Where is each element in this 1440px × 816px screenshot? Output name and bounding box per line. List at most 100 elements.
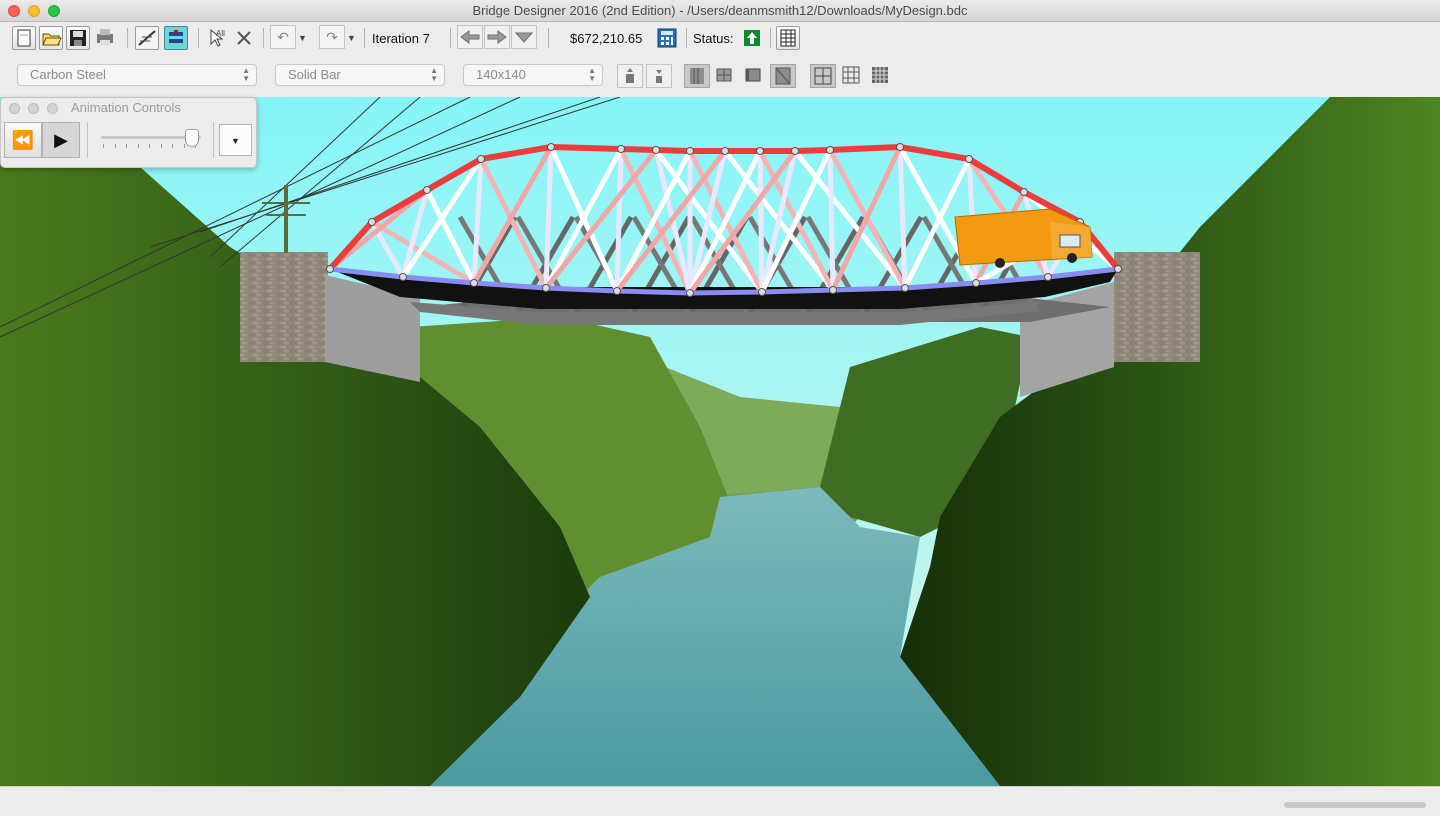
printer-icon: [93, 26, 117, 50]
play-button[interactable]: ▶: [42, 122, 80, 158]
main-toolbar: All ↶ ▼ ↷ ▼ Iteration 7 $672,210.65 Stat…: [0, 22, 1440, 54]
truss-joint: [686, 147, 694, 155]
truss-joint: [972, 279, 980, 287]
speed-slider[interactable]: [101, 128, 205, 156]
decrease-size-button[interactable]: [646, 64, 672, 88]
truss-joint: [758, 288, 766, 296]
slider-tick: [183, 144, 185, 148]
load-test-icon: [164, 26, 188, 50]
delete-button[interactable]: [232, 25, 256, 51]
save-file-button[interactable]: [66, 25, 90, 51]
animation-panel-title-bar[interactable]: Animation Controls: [1, 98, 256, 118]
previous-iteration-button[interactable]: [457, 25, 483, 49]
slider-tick: [137, 144, 139, 148]
medium-grid-icon: [842, 66, 860, 84]
truss-joint: [1044, 273, 1052, 281]
updown-chevron-icon: ▲ ▼: [588, 66, 596, 83]
fine-grid-icon: [872, 67, 888, 83]
view-template-button[interactable]: [770, 64, 796, 88]
view-grid-button[interactable]: [712, 64, 738, 88]
grid-fine-button[interactable]: [868, 64, 894, 88]
rulers-view-icon: [745, 68, 761, 82]
coarse-grid-icon: [814, 67, 832, 85]
grid-view-icon: [716, 68, 732, 82]
undo-button[interactable]: ↶: [270, 25, 296, 49]
chevron-down-icon: ▼: [347, 33, 356, 43]
arrow-right-icon: [487, 30, 507, 44]
member-properties-toolbar: Carbon Steel ▲ ▼ Solid Bar ▲ ▼ 140x140 ▲ ▼: [0, 56, 1440, 94]
panel-minimize-button[interactable]: [28, 103, 39, 114]
bridge-3d-view[interactable]: [0, 97, 1440, 786]
close-window-button[interactable]: [8, 5, 20, 17]
truss-joint: [368, 218, 376, 226]
truss-joint: [756, 147, 764, 155]
truss-joint: [901, 284, 909, 292]
panel-close-button[interactable]: [9, 103, 20, 114]
status-label: Status:: [693, 31, 734, 46]
size-select[interactable]: 140x140 ▲ ▼: [463, 64, 603, 86]
truss-joint: [1114, 265, 1122, 273]
view-columns-button[interactable]: [684, 64, 710, 88]
window-title: Bridge Designer 2016 (2nd Edition) - /Us…: [472, 3, 968, 18]
material-select-value: Carbon Steel: [30, 67, 106, 82]
increase-size-button[interactable]: [617, 64, 643, 88]
member-table-button[interactable]: [776, 25, 800, 51]
status-bar: [0, 786, 1440, 816]
slider-tick: [103, 144, 104, 148]
status-button[interactable]: [742, 25, 762, 51]
truss-joint: [721, 147, 729, 155]
slider-tick: [149, 144, 150, 148]
redo-icon: ↷: [326, 28, 338, 45]
new-file-button[interactable]: [12, 25, 36, 51]
load-test-view-button[interactable]: [164, 25, 188, 51]
truss-joint: [326, 265, 334, 273]
zoom-window-button[interactable]: [48, 5, 60, 17]
drawing-board-view-button[interactable]: [135, 25, 159, 51]
cost-report-button[interactable]: [655, 25, 679, 51]
material-select[interactable]: Carbon Steel ▲ ▼: [17, 64, 257, 86]
truss-joint: [652, 146, 660, 154]
truss-joint: [542, 284, 550, 292]
redo-button[interactable]: ↷: [319, 25, 345, 49]
animation-options-dropdown[interactable]: ▼: [219, 124, 252, 156]
iteration-list-button[interactable]: [511, 25, 537, 49]
select-all-icon: All: [210, 28, 225, 47]
svg-text:All: All: [216, 29, 225, 38]
slider-tick: [114, 144, 116, 148]
truss-joint: [826, 146, 834, 154]
print-button[interactable]: [93, 25, 117, 51]
template-view-icon: [775, 67, 791, 85]
floppy-disk-icon: [66, 26, 90, 50]
rewind-button[interactable]: ⏪: [4, 122, 42, 158]
truss-joint: [829, 286, 837, 294]
horizontal-scrollbar[interactable]: [1284, 802, 1426, 808]
panel-zoom-button[interactable]: [47, 103, 58, 114]
animation-controls-panel[interactable]: Animation Controls ⏪ ▶ ▼: [0, 97, 257, 168]
minimize-window-button[interactable]: [28, 5, 40, 17]
size-down-icon: [656, 70, 662, 83]
arrow-down-icon: [514, 32, 534, 43]
view-rulers-button[interactable]: [741, 64, 767, 88]
animation-panel-title: Animation Controls: [71, 100, 181, 115]
grid-medium-button[interactable]: [839, 64, 865, 88]
calculator-icon: [657, 28, 677, 48]
select-all-button[interactable]: All: [205, 25, 229, 51]
chevron-down-icon: ▼: [298, 33, 307, 43]
delete-x-icon: [237, 31, 251, 45]
open-file-button[interactable]: [39, 25, 63, 51]
speed-slider-thumb[interactable]: [184, 129, 199, 147]
redo-dropdown-button[interactable]: ▼: [347, 25, 356, 51]
truss-joint: [399, 273, 407, 281]
section-select[interactable]: Solid Bar ▲ ▼: [275, 64, 445, 86]
truss-joint: [477, 155, 485, 163]
new-file-icon: [12, 26, 36, 50]
truss-joint: [617, 145, 625, 153]
vertical-member: [827, 149, 836, 291]
size-up-icon: [626, 68, 634, 83]
undo-dropdown-button[interactable]: ▼: [298, 25, 307, 51]
slider-tick: [126, 144, 127, 148]
next-iteration-button[interactable]: [484, 25, 510, 49]
slider-tick: [160, 144, 162, 148]
grid-coarse-button[interactable]: [810, 64, 836, 88]
cost-value: $672,210.65: [570, 31, 643, 46]
